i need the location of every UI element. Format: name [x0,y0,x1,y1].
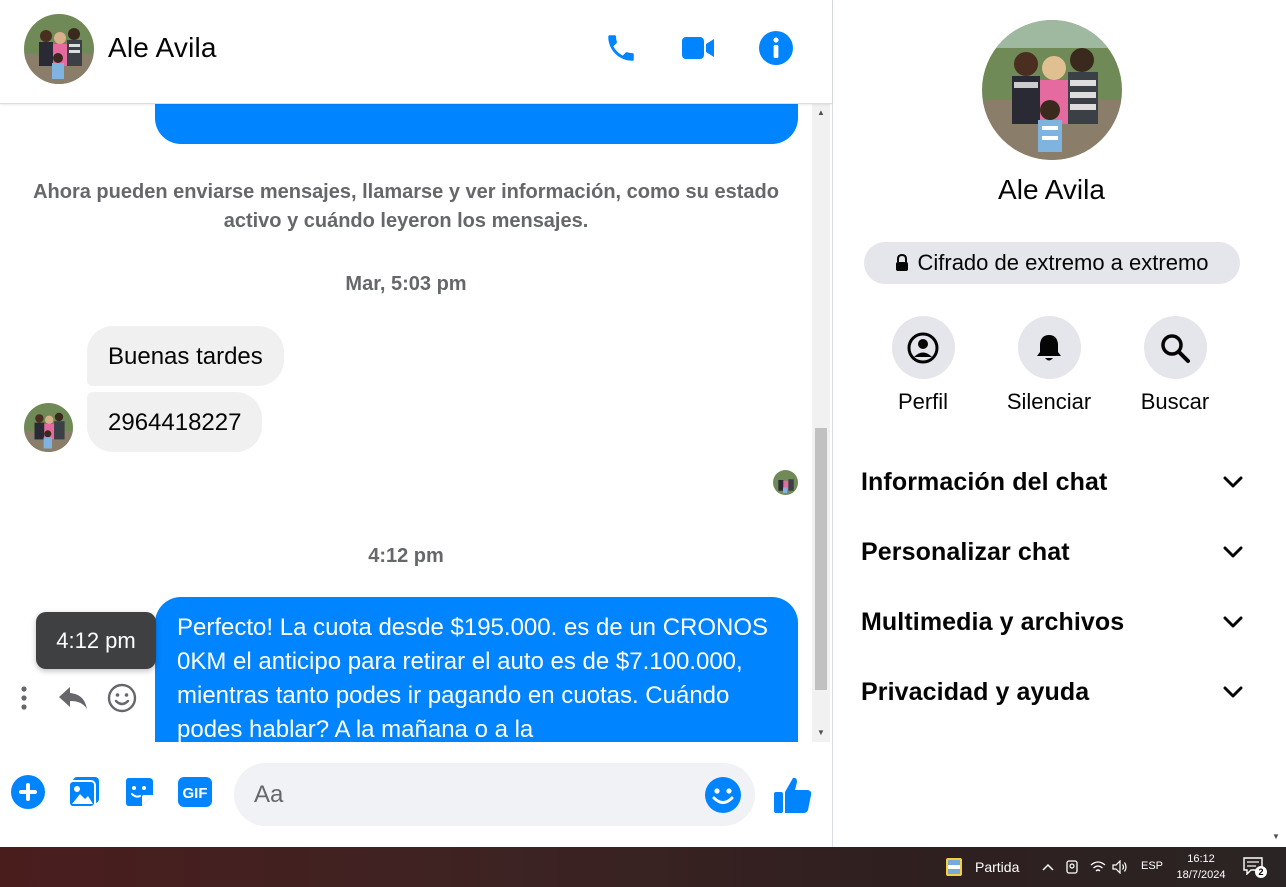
section-media-files[interactable]: Multimedia y archivos [861,602,1243,642]
incoming-message[interactable]: 2964418227 [87,392,263,452]
chat-header: Ale Avila [0,0,832,104]
chevron-up-icon [1042,863,1054,871]
section-privacy-support[interactable]: Privacidad y ayuda [861,672,1243,712]
chevron-down-icon [1223,476,1243,488]
volume-button[interactable] [1111,858,1129,876]
message-input[interactable] [254,763,694,826]
section-label: Información del chat [861,467,1108,496]
webcam-icon [1066,860,1078,874]
notification-count-badge: 2 [1255,866,1267,878]
sticker-button[interactable] [119,772,159,812]
read-receipt-avatar [773,470,798,495]
timestamp-tooltip: 4:12 pm [36,612,156,669]
info-icon [759,31,793,65]
profile-button[interactable]: Perfil [860,316,986,415]
argentina-flag-icon[interactable] [945,857,963,877]
search-button-circle [1143,316,1207,379]
encryption-label: Cifrado de extremo a extremo [917,250,1209,275]
contact-name[interactable]: Ale Avila [108,32,217,64]
profile-label: Perfil [897,389,949,414]
conversation-info-pane: Ale Avila Cifrado de extremo a extremo P… [832,0,1269,847]
contact-avatar[interactable] [24,14,94,84]
profile-icon [907,332,939,363]
chevron-down-icon [1223,686,1243,698]
lock-icon [896,254,909,271]
gif-icon: GIF [178,777,212,807]
video-call-button[interactable] [674,24,722,72]
scrollbar-thumb[interactable] [815,428,827,690]
reply-icon [59,687,87,709]
emoji-icon[interactable] [704,776,742,814]
smiley-icon [107,683,137,713]
composer: GIF [0,742,832,847]
windows-taskbar: Partida ESP 16:12 18/7/2024 2 [0,847,1286,887]
clock-date: 18/7/2024 [1176,869,1226,881]
search-label: Buscar [1140,389,1210,414]
more-options-button[interactable] [12,678,36,718]
photo-icon [68,777,99,808]
system-notice: Ahora pueden enviarse mensajes, llamarse… [33,181,779,232]
thumbs-up-icon[interactable] [772,774,814,816]
svg-text:GIF: GIF [183,785,208,802]
message-timestamp: 4:12 pm [368,545,444,567]
message-list[interactable]: toda la informacion. Ahora pueden enviar… [0,104,812,742]
voice-call-button[interactable] [597,24,645,72]
more-actions-button[interactable] [8,772,48,812]
incoming-message[interactable]: Buenas tardes [87,326,284,386]
react-button[interactable] [104,678,140,718]
scroll-up-arrow-icon[interactable]: ▲ [816,108,826,118]
mute-label: Silenciar [1006,389,1092,414]
section-label: Multimedia y archivos [861,607,1125,636]
section-chat-info[interactable]: Información del chat [861,462,1243,502]
wifi-icon [1090,861,1106,872]
message-text: Perfecto! La cuota desde $195.000. es de… [177,614,769,742]
clock[interactable]: 16:12 18/7/2024 [1170,851,1232,883]
taskbar-status-text[interactable]: Partida [975,859,1019,875]
encryption-badge[interactable]: Cifrado de extremo a extremo [864,242,1240,284]
page-scrollbar[interactable] [1269,0,1286,847]
vertical-dots-icon [21,686,27,710]
clock-time: 16:12 [1187,853,1215,865]
mute-button[interactable]: Silenciar [986,316,1112,415]
conversation-info-button[interactable] [752,24,800,72]
page-scroll-down-arrow-icon[interactable]: ▼ [1272,832,1280,841]
profile-avatar[interactable] [982,20,1122,160]
bell-icon [1037,334,1061,360]
meet-now-button[interactable] [1064,858,1082,876]
attach-photo-button[interactable] [64,772,104,812]
reply-button[interactable] [56,678,90,718]
profile-button-circle [891,316,955,379]
video-camera-icon [682,37,714,59]
plus-icon [11,775,45,809]
show-hidden-icons-button[interactable] [1040,858,1056,876]
scroll-down-arrow-icon[interactable]: ▼ [816,728,826,738]
message-timestamp: Mar, 5:03 pm [345,273,467,295]
network-button[interactable] [1089,858,1107,876]
chevron-down-icon [1223,546,1243,558]
mute-button-circle [1017,316,1081,379]
section-label: Personalizar chat [861,537,1070,566]
chevron-down-icon [1223,616,1243,628]
message-input-container [234,763,755,826]
chat-pane: Ale Avila toda la informacion. Ahora pue… [0,0,832,847]
sticker-icon [126,778,153,806]
gif-button[interactable]: GIF [175,772,215,812]
message-scrollbar[interactable]: ▲ ▼ [812,104,830,742]
notification-center-button[interactable]: 2 [1243,857,1267,879]
outgoing-message[interactable]: toda la informacion. [155,104,798,144]
sender-avatar[interactable] [24,403,73,452]
input-language[interactable]: ESP [1141,860,1163,872]
search-icon [1161,333,1190,363]
outgoing-message[interactable]: Perfecto! La cuota desde $195.000. es de… [155,597,798,742]
search-button[interactable]: Buscar [1112,316,1238,415]
phone-icon [608,35,634,61]
message-text: toda la informacion. [177,104,386,113]
profile-name: Ale Avila [998,174,1105,205]
speaker-icon [1112,860,1127,874]
section-customize-chat[interactable]: Personalizar chat [861,532,1243,572]
section-label: Privacidad y ayuda [861,677,1090,706]
